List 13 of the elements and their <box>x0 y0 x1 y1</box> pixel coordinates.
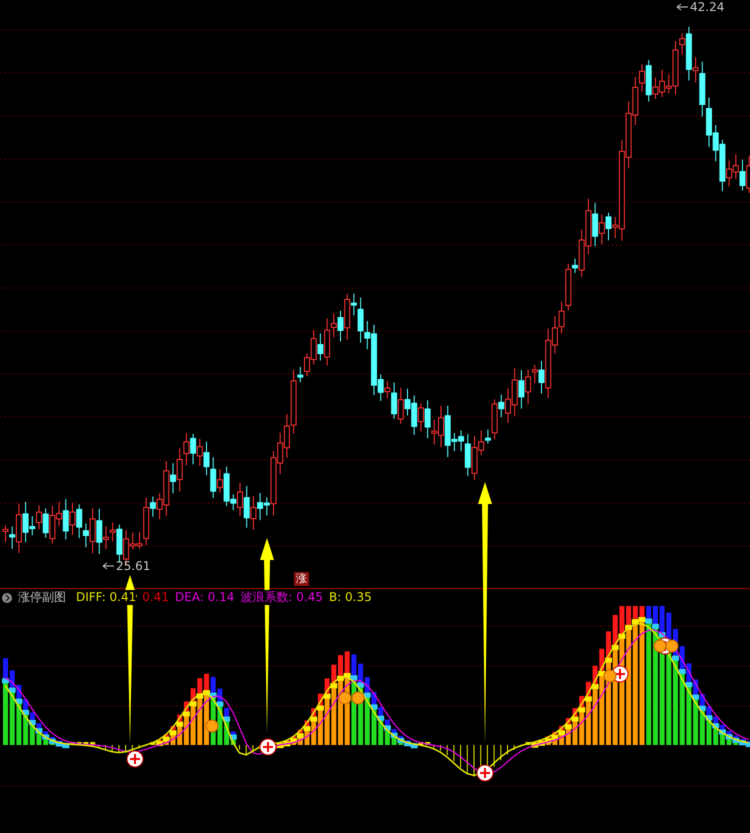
plus-icon <box>126 750 144 768</box>
left-arrow-icon <box>102 562 114 570</box>
fruit-icon <box>206 720 218 732</box>
indicator-value: 波浪系数: 0.45 <box>240 590 323 605</box>
price-label: 42.24 <box>690 0 724 14</box>
plus-icon <box>260 738 276 756</box>
price-label: 25.61 <box>116 559 150 573</box>
limit-up-marker: 涨 <box>294 572 309 586</box>
indicator-value: DIFF: 0.41 <box>76 590 136 605</box>
left-arrow-icon <box>676 3 688 11</box>
panel-title: 涨停副图 <box>18 590 66 605</box>
plus-icon <box>476 764 494 782</box>
fruit-icon <box>338 692 352 704</box>
